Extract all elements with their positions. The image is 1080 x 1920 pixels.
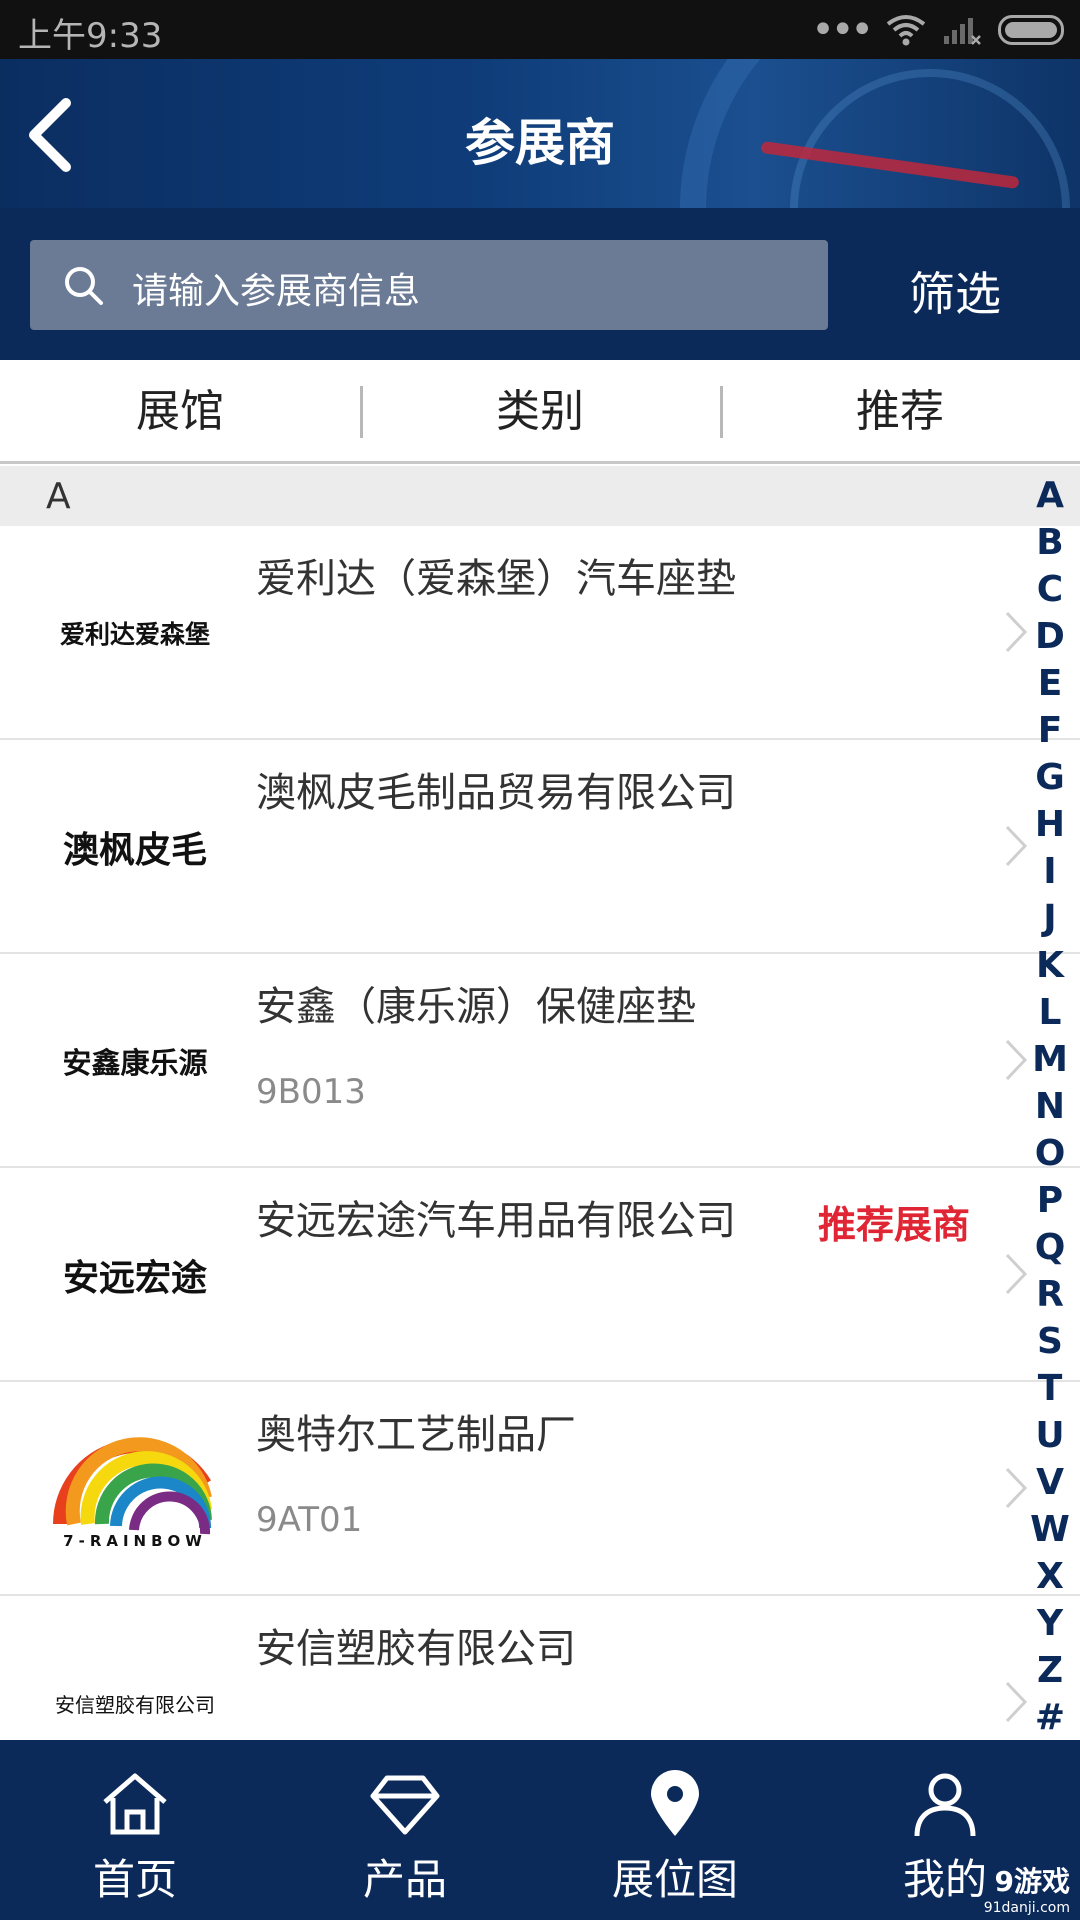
more-dots-icon: ••• — [811, 7, 874, 53]
index-letter[interactable]: J — [1028, 895, 1072, 942]
index-letter[interactable]: F — [1028, 707, 1072, 754]
wifi-icon — [886, 15, 926, 46]
chevron-right-icon — [1005, 1467, 1028, 1509]
diamond-icon — [370, 1775, 440, 1835]
index-letter[interactable]: R — [1028, 1271, 1072, 1318]
search-placeholder: 请输入参展商信息 — [132, 271, 421, 312]
index-letter[interactable]: E — [1028, 660, 1072, 707]
rainbow-logo-text: 7-RAINBOW — [63, 1532, 207, 1550]
index-letter[interactable]: Y — [1028, 1600, 1072, 1647]
index-letter[interactable]: B — [1028, 519, 1072, 566]
index-letter[interactable]: Q — [1028, 1224, 1072, 1271]
filter-tabs: 展馆 类别 推荐 — [0, 360, 1080, 464]
index-letter[interactable]: K — [1028, 942, 1072, 989]
exhibitor-name: 安鑫（康乐源）保健座垫 — [256, 984, 696, 1030]
list-item[interactable]: 安鑫康乐源 安鑫（康乐源）保健座垫 9B013 — [0, 954, 1080, 1168]
nav-label: 产品 — [362, 1855, 447, 1904]
index-letter[interactable]: H — [1028, 801, 1072, 848]
status-bar: 上午9:33 ••• — [0, 0, 1080, 59]
rainbow-logo: 7-RAINBOW — [40, 1422, 230, 1556]
watermark: 9游戏 91danji.com — [984, 1860, 1070, 1916]
section-letter: A — [46, 476, 71, 517]
index-letter[interactable]: O — [1028, 1130, 1072, 1177]
nav-label: 展位图 — [611, 1855, 738, 1904]
exhibitor-logo: 安远宏途 — [62, 1258, 207, 1299]
recommended-badge: 推荐展商 — [818, 1203, 971, 1247]
nav-booth-map[interactable]: 展位图 — [540, 1740, 810, 1920]
index-letter[interactable]: D — [1028, 613, 1072, 660]
chevron-right-icon — [1005, 1039, 1028, 1081]
exhibitor-logo: 澳枫皮毛 — [62, 830, 207, 871]
list-item[interactable]: 澳枫皮毛 澳枫皮毛制品贸易有限公司 — [0, 740, 1080, 954]
user-icon — [914, 1773, 976, 1837]
index-letter[interactable]: I — [1028, 848, 1072, 895]
index-letter[interactable]: N — [1028, 1083, 1072, 1130]
chevron-right-icon — [1005, 1253, 1028, 1295]
exhibitor-logo: 安鑫康乐源 — [62, 1046, 208, 1080]
exhibitor-name: 爱利达（爱森堡）汽车座垫 — [256, 556, 736, 602]
filter-button[interactable]: 筛选 — [870, 258, 1040, 324]
exhibitor-name: 安远宏途汽车用品有限公司 — [256, 1198, 736, 1244]
exhibitor-name: 澳枫皮毛制品贸易有限公司 — [256, 770, 736, 816]
index-letter[interactable]: C — [1028, 566, 1072, 613]
bottom-nav: 首页 产品 展位图 我的 — [0, 1740, 1080, 1920]
status-time: 上午9:33 — [18, 16, 163, 56]
chevron-right-icon — [1005, 825, 1028, 867]
nav-products[interactable]: 产品 — [270, 1740, 540, 1920]
tab-hall[interactable]: 展馆 — [0, 360, 360, 461]
exhibitor-name: 安信塑胶有限公司 — [256, 1626, 576, 1672]
index-letter[interactable]: P — [1028, 1177, 1072, 1224]
index-letter[interactable]: Z — [1028, 1647, 1072, 1694]
booth-code: 9AT01 — [256, 1500, 363, 1540]
signal-icon — [944, 18, 981, 45]
index-letter[interactable]: A — [1028, 472, 1072, 519]
header: 参展商 — [0, 59, 1080, 208]
map-pin-icon — [651, 1770, 699, 1836]
nav-home[interactable]: 首页 — [0, 1740, 270, 1920]
home-icon — [103, 1773, 167, 1835]
status-icons: ••• — [811, 10, 1064, 50]
chevron-right-icon — [1005, 611, 1028, 653]
index-letter[interactable]: L — [1028, 989, 1072, 1036]
booth-code: 9B013 — [256, 1072, 366, 1112]
index-letter[interactable]: # — [1028, 1694, 1072, 1741]
page-title: 参展商 — [465, 114, 615, 172]
tab-recommended[interactable]: 推荐 — [720, 360, 1080, 461]
section-header: A — [0, 466, 1080, 526]
exhibitor-name: 奥特尔工艺制品厂 — [256, 1412, 576, 1458]
exhibitor-list: 爱利达爱森堡 爱利达（爱森堡）汽车座垫 澳枫皮毛 澳枫皮毛制品贸易有限公司 安鑫… — [0, 526, 1080, 1810]
index-letter[interactable]: V — [1028, 1459, 1072, 1506]
list-item[interactable]: 爱利达爱森堡 爱利达（爱森堡）汽车座垫 — [0, 526, 1080, 740]
index-letter[interactable]: X — [1028, 1553, 1072, 1600]
nav-label: 首页 — [92, 1855, 177, 1904]
index-letter[interactable]: S — [1028, 1318, 1072, 1365]
alphabet-index[interactable]: A B C D E F G H I J K L M N O P Q R S T U V W X Y Z # — [1028, 472, 1072, 1741]
index-letter[interactable]: G — [1028, 754, 1072, 801]
list-item[interactable]: 安远宏途 安远宏途汽车用品有限公司 推荐展商 — [0, 1168, 1080, 1382]
search-icon — [65, 267, 103, 305]
battery-icon — [998, 15, 1064, 45]
search-input[interactable]: 请输入参展商信息 — [30, 240, 828, 330]
index-letter[interactable]: W — [1028, 1506, 1072, 1553]
list-item[interactable]: 7-RAINBOW 奥特尔工艺制品厂 9AT01 — [0, 1382, 1080, 1596]
watermark-brand: 9游戏 — [994, 1865, 1070, 1898]
index-letter[interactable]: M — [1028, 1036, 1072, 1083]
chevron-right-icon — [1005, 1681, 1028, 1723]
search-bar: 请输入参展商信息 筛选 — [0, 208, 1080, 360]
exhibitor-logo: 爱利达爱森堡 — [59, 620, 210, 649]
tab-category[interactable]: 类别 — [360, 360, 720, 461]
index-letter[interactable]: T — [1028, 1365, 1072, 1412]
index-letter[interactable]: U — [1028, 1412, 1072, 1459]
watermark-url: 91danji.com — [983, 1900, 1070, 1916]
